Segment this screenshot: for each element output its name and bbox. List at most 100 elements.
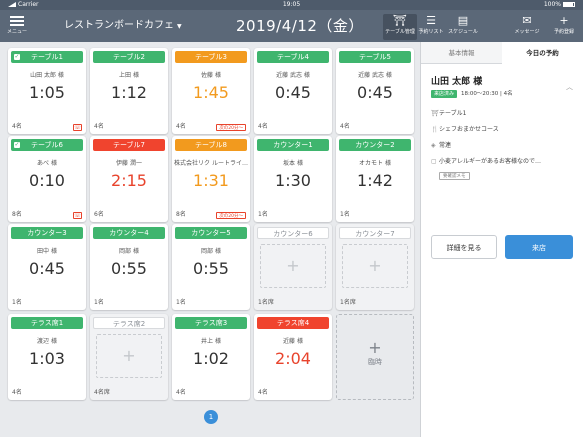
- party-size: 1名: [94, 299, 104, 306]
- table-card[interactable]: テーブル4 近藤 武志 様 0:45 4名: [254, 48, 332, 134]
- party-size: 4名: [258, 123, 268, 130]
- add-temporary-table-button[interactable]: + 臨時: [336, 314, 414, 400]
- table-card[interactable]: カウンター2 オカモト 様 1:42 1名: [336, 136, 414, 222]
- elapsed-time: 1:42: [357, 171, 393, 190]
- hamburger-icon: [10, 16, 24, 26]
- table-card[interactable]: テーブル8 株式会社リク ルートライ… 1:31 8名 次の20分〜: [172, 136, 250, 222]
- party-size: 1名席: [340, 299, 356, 306]
- table-label: テーブル8: [175, 139, 247, 151]
- table-icon: ⛩: [393, 14, 407, 27]
- elapsed-time: 1:30: [275, 171, 311, 190]
- nav-bar: メニュー レストランボードカフェ ▼ 2019/4/12（金） ⛩ テーブル管理 ☰ 予…: [0, 10, 583, 42]
- guest-name: 近藤 武志 様: [358, 72, 392, 79]
- table-label: テーブル5: [339, 51, 411, 63]
- status-bar: Carrier 19:05 100%: [0, 0, 583, 10]
- party-size: 1名席: [258, 299, 274, 306]
- tag-icon: ◈: [431, 142, 436, 149]
- reservation-panel: 基本情報 今日の予約 山田 太郎 様 ︿ 来店済み 18:00〜20:30 | 4…: [420, 42, 583, 437]
- table-card[interactable]: ✓ テーブル1 山田 太郎 様 1:05 4名 ☏: [8, 48, 86, 134]
- detail-note: ▢ 小麦アレルギーがあるお客様なので…: [431, 158, 542, 165]
- table-label: カウンター4: [93, 227, 165, 239]
- table-card[interactable]: テラス席3 井上 様 1:02 4名: [172, 314, 250, 400]
- nav-tool-label: 予約登録: [553, 29, 574, 35]
- guest-name: 岡部 様: [201, 248, 221, 255]
- reservation-summary: 来店済み 18:00〜20:30 | 4名: [431, 89, 513, 98]
- table-label: カウンター2: [339, 139, 411, 151]
- add-icon: +: [260, 244, 326, 288]
- nav-tool-plus[interactable]: + 予約登録: [547, 14, 581, 40]
- menu-button[interactable]: メニュー: [6, 14, 28, 40]
- elapsed-time: 1:31: [193, 171, 229, 190]
- next-reservation-badge: 次の20分〜: [216, 124, 246, 131]
- elapsed-time: 1:12: [111, 83, 147, 102]
- table-label: テラス席2: [93, 317, 165, 329]
- table-card[interactable]: テラス席1 渡辺 様 1:03 4名: [8, 314, 86, 400]
- table-card[interactable]: テラス席2 +4名席: [90, 314, 168, 400]
- table-card[interactable]: テーブル2 上田 様 1:12 4名: [90, 48, 168, 134]
- guest-name: あべ 様: [37, 160, 57, 167]
- chevron-up-icon[interactable]: ︿: [566, 82, 573, 92]
- check-icon: ✓: [14, 53, 20, 60]
- table-label: カウンター1: [257, 139, 329, 151]
- plus-icon: +: [559, 14, 569, 27]
- tab-basic-info[interactable]: 基本情報: [421, 42, 502, 64]
- page-indicator[interactable]: 1: [204, 410, 218, 424]
- temporary-label: 臨時: [368, 358, 382, 366]
- party-size: 1名: [340, 211, 350, 218]
- elapsed-time: 1:45: [193, 83, 229, 102]
- guest-name: 近藤 様: [283, 338, 303, 345]
- cutlery-icon: 🍴: [431, 126, 439, 133]
- table-card[interactable]: カウンター5 岡部 様 0:55 1名: [172, 224, 250, 310]
- elapsed-time: 2:15: [111, 171, 147, 190]
- table-label: テーブル3: [175, 51, 247, 63]
- table-card[interactable]: ✓ テーブル6 あべ 様 0:10 8名 ☏: [8, 136, 86, 222]
- detail-course: 🍴シェフおまかせコース: [431, 126, 499, 133]
- guest-name: 佐藤 様: [201, 72, 221, 79]
- elapsed-time: 0:45: [29, 259, 65, 278]
- table-label: テラス席4: [257, 317, 329, 329]
- table-card[interactable]: テーブル7 伊藤 潤一 2:15 6名: [90, 136, 168, 222]
- party-size: 4名: [340, 123, 350, 130]
- table-label: カウンター7: [339, 227, 411, 239]
- nav-tool-label: 予約リスト: [418, 29, 444, 35]
- shop-selector[interactable]: レストランボードカフェ ▼: [64, 19, 182, 34]
- table-label: カウンター5: [175, 227, 247, 239]
- table-card[interactable]: テーブル3 佐藤 様 1:45 4名 次の20分〜: [172, 48, 250, 134]
- table-card[interactable]: カウンター4 岡部 様 0:55 1名: [90, 224, 168, 310]
- nav-tool-schedule[interactable]: ▤ スケジュール: [446, 14, 480, 40]
- nav-tool-label: テーブル管理: [385, 29, 415, 35]
- status-badge: 来店済み: [431, 89, 458, 98]
- table-card[interactable]: テーブル5 近藤 武志 様 0:45 4名: [336, 48, 414, 134]
- clock-text: 19:05: [282, 1, 301, 8]
- check-in-button[interactable]: 来店: [505, 235, 573, 259]
- party-size: 4名: [503, 91, 513, 97]
- elapsed-time: 0:55: [193, 259, 229, 278]
- table-label: テラス席1: [11, 317, 83, 329]
- view-details-button[interactable]: 詳細を見る: [431, 235, 497, 259]
- table-label: テラス席3: [175, 317, 247, 329]
- table-label: テーブル4: [257, 51, 329, 63]
- table-card[interactable]: カウンター3 田中 様 0:45 1名: [8, 224, 86, 310]
- nav-tool-list[interactable]: ☰ 予約リスト: [414, 14, 448, 40]
- table-label: ✓ テーブル1: [11, 51, 83, 63]
- party-size: 4名: [176, 389, 186, 396]
- table-label: カウンター3: [11, 227, 83, 239]
- nav-tool-table[interactable]: ⛩ テーブル管理: [383, 14, 417, 40]
- tab-today-reservations[interactable]: 今日の予約: [502, 42, 583, 64]
- phone-icon: ☏: [73, 124, 82, 131]
- table-card[interactable]: テラス席4 近藤 様 2:04 4名: [254, 314, 332, 400]
- table-card[interactable]: カウンター1 坂本 様 1:30 1名: [254, 136, 332, 222]
- party-size: 4名席: [94, 389, 110, 396]
- nav-tool-mail[interactable]: ✉ メッセージ: [510, 14, 544, 40]
- battery-icon: [563, 2, 575, 7]
- note-tag: 要確認メモ: [439, 172, 470, 180]
- check-icon: ✓: [14, 141, 20, 148]
- caret-down-icon: ▼: [177, 23, 182, 30]
- table-card[interactable]: カウンター6 +1名席: [254, 224, 332, 310]
- party-size: 6名: [94, 211, 104, 218]
- table-label: ✓ テーブル6: [11, 139, 83, 151]
- table-card[interactable]: カウンター7 +1名席: [336, 224, 414, 310]
- table-label: テーブル2: [93, 51, 165, 63]
- guest-name: 上田 様: [119, 72, 139, 79]
- party-size: 4名: [176, 123, 186, 130]
